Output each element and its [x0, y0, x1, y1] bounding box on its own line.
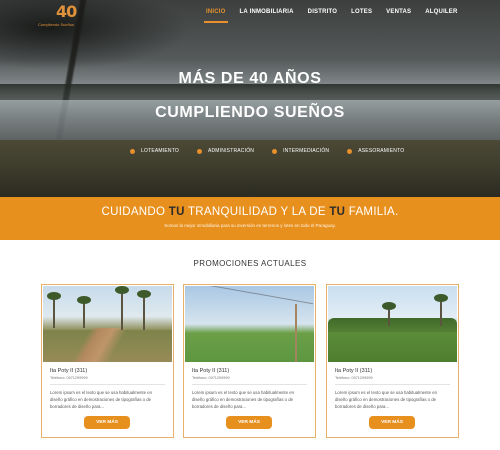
feature-label: ASESORAMIENTO	[358, 148, 405, 154]
band-subtitle: Somos la mejor inmobiliaria para su inve…	[164, 223, 336, 228]
nav-item-la-inmobiliaria[interactable]: LA INMOBILIARIA	[240, 9, 294, 23]
nav-item-lotes[interactable]: LOTES	[351, 9, 372, 23]
ver-mas-button[interactable]: VER MÁS	[84, 416, 130, 429]
lot-photo[interactable]	[328, 286, 457, 362]
palm-tree	[137, 290, 151, 330]
palm-tree	[382, 302, 396, 326]
palm-tree	[115, 286, 129, 330]
card-title: Ita Poty II (311)	[50, 368, 88, 374]
nav-item-ventas[interactable]: VENTAS	[386, 9, 411, 23]
ver-mas-button[interactable]: VER MÁS	[369, 416, 415, 429]
tagline-band: CUIDANDO TU TRANQUILIDAD Y LA DE TU FAMI…	[0, 197, 500, 240]
photo-pole	[295, 304, 297, 362]
feature-label: INTERMEDIACIÓN	[283, 148, 330, 154]
feature-label: LOTEAMIENTO	[141, 148, 179, 154]
card-description: Lorem ipsum es el texto que se usa habit…	[192, 390, 294, 409]
card-divider	[335, 384, 450, 385]
card-phone: Teléfono: 0971299999	[192, 376, 230, 380]
card-title: Ita Poty II (311)	[192, 368, 230, 374]
feature-label: ADMINISTRACIÓN	[207, 148, 255, 154]
nav-item-distrito[interactable]: DISTRITO	[308, 9, 338, 23]
card-divider	[192, 384, 307, 385]
card-divider	[50, 384, 165, 385]
hero-features: LOTEAMIENTO ADMINISTRACIÓN INTERMEDIACIÓ…	[130, 148, 422, 154]
promotion-card: Ita Poty II (311) Teléfono: 0971299999 L…	[326, 284, 459, 438]
card-description: Lorem ipsum es el texto que se usa habit…	[335, 390, 437, 409]
hero-title-line2: CUMPLIENDO SUEÑOS	[155, 104, 345, 121]
band-title-text: TRANQUILIDAD Y LA DE	[184, 206, 330, 218]
feature-item: ASESORAMIENTO	[347, 148, 404, 154]
band-title-highlight: TU	[168, 206, 185, 218]
site-logo[interactable]: 40 Cumpliendo Sueños	[38, 2, 98, 30]
hero-title-line1: MÁS DE 40 AÑOS	[178, 70, 322, 87]
logo-number: 40	[56, 2, 77, 21]
ver-mas-button[interactable]: VER MÁS	[226, 416, 272, 429]
promotion-card: Ita Poty II (311) Teléfono: 0971299999 L…	[41, 284, 174, 438]
card-description: Lorem ipsum es el texto que se usa habit…	[50, 390, 152, 409]
palm-tree	[77, 296, 91, 328]
photo-dirt-road	[63, 328, 133, 362]
bullet-dot-icon	[130, 148, 135, 154]
palm-tree	[434, 294, 448, 326]
band-title-text: FAMILIA.	[345, 206, 399, 218]
band-title-highlight: TU	[329, 206, 346, 218]
feature-item: INTERMEDIACIÓN	[272, 148, 329, 154]
band-title: CUIDANDO TU TRANQUILIDAD Y LA DE TU FAMI…	[0, 206, 500, 218]
main-nav: INICIO LA INMOBILIARIA DISTRITO LOTES VE…	[204, 9, 472, 23]
feature-item: ADMINISTRACIÓN	[196, 148, 255, 154]
feature-item: LOTEAMIENTO	[130, 148, 179, 154]
band-title-text: CUIDANDO	[101, 206, 169, 218]
nav-item-alquiler[interactable]: ALQUILER	[425, 9, 457, 23]
bullet-dot-icon	[196, 148, 202, 154]
photo-treeline	[328, 318, 457, 332]
promotion-card: Ita Poty II (311) Teléfono: 0971299999 L…	[183, 284, 316, 438]
nav-item-inicio[interactable]: INICIO	[204, 9, 228, 23]
bullet-dot-icon	[347, 148, 353, 154]
palm-tree	[47, 292, 61, 328]
hero-banner: 40 Cumpliendo Sueños INICIO LA INMOBILIA…	[0, 0, 500, 197]
card-phone: Teléfono: 0971299999	[50, 376, 88, 380]
bullet-dot-icon	[272, 148, 278, 154]
lot-photo[interactable]	[185, 286, 314, 362]
promotions-heading: PROMOCIONES ACTUALES	[193, 259, 307, 268]
lot-photo[interactable]	[43, 286, 172, 362]
logo-tagline: Cumpliendo Sueños	[38, 22, 75, 27]
photo-power-line	[185, 286, 314, 305]
card-phone: Teléfono: 0971299999	[335, 376, 373, 380]
card-title: Ita Poty II (311)	[335, 368, 373, 374]
